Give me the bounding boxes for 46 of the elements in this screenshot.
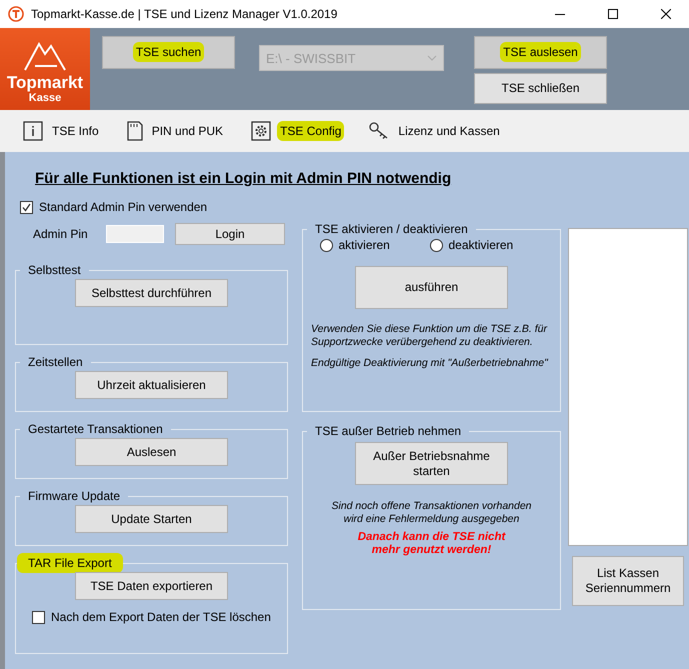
group-title: Selbsttest <box>27 263 82 277</box>
radio-label: deaktivieren <box>448 238 514 252</box>
memory-card-icon <box>126 121 143 141</box>
close-tse-button[interactable]: TSE schließen <box>474 73 607 104</box>
list-serials-button[interactable]: List Kassen Seriennummern <box>572 556 684 606</box>
group-title: TAR File Export <box>20 556 120 570</box>
chevron-icon <box>427 55 437 61</box>
warning-text: Danach kann die TSE nicht mehr genutzt werden! <box>358 531 506 557</box>
heading: Für alle Funktionen ist ein Login mit Admin PIN notwendig <box>34 169 452 189</box>
settings-icon <box>251 121 272 141</box>
checkbox-label: Nach dem Export Daten der TSE löschen <box>51 610 271 624</box>
login-button[interactable]: Login <box>175 223 285 245</box>
note-text: Verwenden Sie diese Funktion um die TSE z.B. für Supportzwecke verübergehend zu deaktivieren. <box>310 323 548 349</box>
key-icon <box>369 122 390 140</box>
group-title: Gestartete Transaktionen <box>27 422 164 436</box>
tab[interactable]: Lizenz und Kassen <box>398 124 500 138</box>
note-text: Sind noch offene Transaktionen vorhanden wird eine Fehlermeldung ausgegeben <box>331 500 532 526</box>
action-button[interactable]: Uhrzeit aktualisieren <box>75 371 228 399</box>
radio-button[interactable] <box>320 238 332 252</box>
action-button[interactable]: TSE Daten exportieren <box>75 572 228 600</box>
app-icon <box>8 6 24 22</box>
decommission-button[interactable]: Außer Betriebsnahme starten <box>355 442 508 485</box>
logo: Topmarkt Kasse <box>0 28 90 110</box>
window-title: Topmarkt-Kasse.de | TSE und Lizenz Manager V1.0.2019 <box>31 7 338 21</box>
read-button[interactable]: TSE auslesen <box>474 36 607 69</box>
admin-pin-field[interactable] <box>106 225 164 243</box>
group-title: Zeitstellen <box>27 355 84 369</box>
admin-pin-label: Admin Pin <box>33 227 89 241</box>
group-title: TSE aktivieren / deaktivieren <box>314 222 469 236</box>
group-title: Firmware Update <box>27 489 122 503</box>
tab[interactable]: PIN und PUK <box>152 124 224 138</box>
radio-button[interactable] <box>430 238 442 252</box>
checkbox[interactable] <box>32 610 45 624</box>
tab[interactable]: TSE Info <box>52 124 99 138</box>
execute-button[interactable]: ausführen <box>355 266 508 309</box>
radio-label: aktivieren <box>338 238 390 252</box>
checkbox-label: Standard Admin Pin verwenden <box>39 200 208 214</box>
note-text: Endgültige Deaktivierung mit "Außerbetriebnahme" <box>310 357 550 370</box>
info-icon <box>23 121 43 141</box>
action-button[interactable]: Selbsttest durchführen <box>75 279 228 307</box>
action-button[interactable]: Update Starten <box>75 505 228 533</box>
checkbox[interactable] <box>20 200 33 214</box>
group-title: TSE außer Betrieb nehmen <box>314 424 462 438</box>
search-button[interactable]: TSE suchen <box>102 36 235 69</box>
tab[interactable]: TSE Config <box>280 124 342 138</box>
action-button[interactable]: Auslesen <box>75 438 228 466</box>
